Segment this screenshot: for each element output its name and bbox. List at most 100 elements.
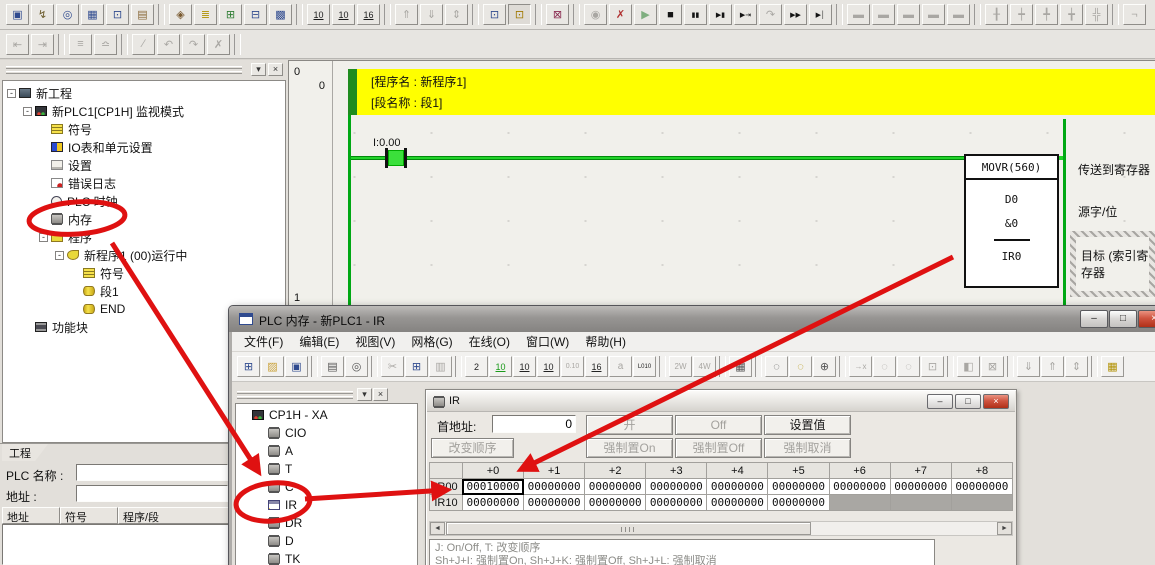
memory-column-header[interactable]: +6 bbox=[829, 463, 890, 479]
scrollbar-thumb[interactable] bbox=[446, 522, 811, 535]
binary-icon[interactable]: 2 bbox=[465, 356, 488, 377]
panel-close-button[interactable]: × bbox=[373, 388, 388, 401]
address-list-body[interactable] bbox=[2, 524, 240, 565]
step-run-icon[interactable]: ▶▮ bbox=[709, 4, 732, 25]
memory-cell[interactable]: 00010000 bbox=[462, 479, 523, 495]
column-address[interactable]: 地址 bbox=[2, 507, 60, 524]
memory-tree-c[interactable]: C bbox=[236, 478, 417, 496]
memory-cell[interactable] bbox=[890, 495, 951, 511]
menu-window[interactable]: 窗口(W) bbox=[518, 332, 577, 352]
bcd-icon[interactable]: 10 bbox=[489, 356, 512, 377]
monitor-decimal-icon[interactable]: 10 bbox=[307, 4, 330, 25]
continuous-step-icon[interactable]: ▶▶ bbox=[784, 4, 807, 25]
memory-column-header[interactable]: +5 bbox=[768, 463, 829, 479]
output-window-icon[interactable]: ⊟ bbox=[244, 4, 267, 25]
memory-row-header[interactable]: IR10 bbox=[430, 495, 463, 511]
tree-expander[interactable]: - bbox=[23, 107, 32, 116]
panel-shade-button[interactable]: ▾ bbox=[357, 388, 372, 401]
hex-icon[interactable]: 16 bbox=[585, 356, 608, 377]
tree-item-memory[interactable]: 内存 bbox=[3, 210, 285, 228]
memory-tree-a[interactable]: A bbox=[236, 442, 417, 460]
pause-icon[interactable]: ▮▮ bbox=[684, 4, 707, 25]
memory-cell[interactable]: 00000000 bbox=[829, 479, 890, 495]
compile-icon[interactable]: ↯ bbox=[31, 4, 54, 25]
run-icon[interactable]: ▶ bbox=[634, 4, 657, 25]
tree-expander[interactable]: - bbox=[55, 251, 64, 260]
io-comment-icon[interactable]: ▩ bbox=[269, 4, 292, 25]
restore-button[interactable]: □ bbox=[1109, 310, 1137, 328]
menu-online[interactable]: 在线(O) bbox=[461, 332, 518, 352]
instruction-operand-2[interactable]: &0 bbox=[966, 217, 1057, 230]
tree-item-section1[interactable]: 段1 bbox=[3, 282, 285, 300]
step-in-icon[interactable]: ▶⇥ bbox=[734, 4, 757, 25]
window-pair-icon[interactable]: ▦ bbox=[81, 4, 104, 25]
memory-cell[interactable] bbox=[951, 495, 1012, 511]
instruction-operand-1[interactable]: D0 bbox=[966, 193, 1057, 206]
find-icon[interactable]: ◌ bbox=[765, 356, 788, 377]
print-preview-icon[interactable]: ◎ bbox=[345, 356, 368, 377]
panel-grip[interactable] bbox=[6, 66, 242, 69]
transfer-icon[interactable]: ⊠ bbox=[546, 4, 569, 25]
column-symbol[interactable]: 符号 bbox=[60, 507, 118, 524]
memory-row-header[interactable]: IR00 bbox=[430, 479, 463, 495]
movr-instruction-box[interactable]: MOVR(560) D0 &0 IR0 bbox=[964, 154, 1059, 288]
tree-item-programs[interactable]: -程序 bbox=[3, 228, 285, 246]
monitor-hex-icon[interactable]: 16 bbox=[357, 4, 380, 25]
memory-cell[interactable] bbox=[829, 495, 890, 511]
panel-close-button[interactable]: × bbox=[268, 63, 283, 76]
stop-icon[interactable]: ■ bbox=[659, 4, 682, 25]
panel-grip[interactable] bbox=[237, 391, 353, 394]
memory-cell[interactable]: 00000000 bbox=[951, 479, 1012, 495]
online-edit-icon[interactable]: ⊡ bbox=[508, 4, 531, 25]
memory-column-header[interactable]: +2 bbox=[585, 463, 646, 479]
monitor-icon[interactable]: ▦ bbox=[1101, 356, 1124, 377]
memory-tree-d[interactable]: D bbox=[236, 532, 417, 550]
monitor-signed-decimal-icon[interactable]: 10 bbox=[332, 4, 355, 25]
memory-column-header[interactable]: +1 bbox=[524, 463, 585, 479]
memory-column-header[interactable]: +8 bbox=[951, 463, 1012, 479]
plc-memory-window[interactable]: PLC 内存 - 新PLC1 - IR – □ × 文件(F) 编辑(E) 视图… bbox=[228, 305, 1155, 565]
menu-help[interactable]: 帮助(H) bbox=[577, 332, 634, 352]
ir-minimize-button[interactable]: – bbox=[927, 394, 953, 409]
tree-item-settings[interactable]: 设置 bbox=[3, 156, 285, 174]
tree-item-program1[interactable]: -新程序1 (00)运行中 bbox=[3, 246, 285, 264]
tab-project[interactable]: 工程 bbox=[2, 444, 48, 461]
scroll-left-arrow[interactable]: ◄ bbox=[430, 522, 445, 535]
ir-close-button[interactable]: × bbox=[983, 394, 1009, 409]
panel-grip[interactable] bbox=[6, 71, 242, 74]
tree-item-symbols[interactable]: 符号 bbox=[3, 120, 285, 138]
memory-cell[interactable]: 00000000 bbox=[585, 495, 646, 511]
new-view-icon[interactable]: ▣ bbox=[6, 4, 29, 25]
symbol-table-icon[interactable]: ≣ bbox=[194, 4, 217, 25]
panel-grip[interactable] bbox=[237, 396, 353, 399]
copy-icon[interactable]: ⊞ bbox=[405, 356, 428, 377]
memory-column-header[interactable]: +0 bbox=[462, 463, 523, 479]
properties-icon[interactable]: ▤ bbox=[131, 4, 154, 25]
memory-window-titlebar[interactable]: PLC 内存 - 新PLC1 - IR – □ × bbox=[229, 306, 1155, 332]
run-to-end-icon[interactable]: ▶│ bbox=[809, 4, 832, 25]
monitor-view-icon[interactable]: ◎ bbox=[56, 4, 79, 25]
tree-expander[interactable]: - bbox=[7, 89, 16, 98]
plc-name-field[interactable] bbox=[76, 464, 228, 481]
horizontal-scrollbar[interactable]: ◄ ► bbox=[429, 521, 1013, 536]
memory-cell[interactable]: 00000000 bbox=[462, 495, 523, 511]
tree-item-new-project[interactable]: -新工程 bbox=[3, 84, 285, 102]
memory-tree-t[interactable]: T bbox=[236, 460, 417, 478]
memory-column-header[interactable]: +3 bbox=[646, 463, 707, 479]
grid-icon[interactable]: ▦ bbox=[729, 356, 752, 377]
memory-tree-root[interactable]: CP1H - XA bbox=[236, 406, 417, 424]
minimize-button[interactable]: – bbox=[1080, 310, 1108, 328]
cross-reference-icon[interactable]: ⊞ bbox=[219, 4, 242, 25]
menu-grid[interactable]: 网格(G) bbox=[403, 332, 460, 352]
memory-tree-cio[interactable]: CIO bbox=[236, 424, 417, 442]
memory-table[interactable]: +0+1+2+3+4+5+6+7+8IR00000100000000000000… bbox=[429, 462, 1013, 511]
work-online-icon[interactable]: ⊡ bbox=[483, 4, 506, 25]
address-field[interactable] bbox=[76, 485, 228, 502]
tree-view-icon[interactable]: ⊞ bbox=[237, 356, 260, 377]
memory-tree-tk[interactable]: TK bbox=[236, 550, 417, 565]
address-display-icon[interactable]: L010 bbox=[633, 356, 656, 377]
tree-item-plc-clock[interactable]: PLC 时钟 bbox=[3, 192, 285, 210]
memory-cell[interactable]: 00000000 bbox=[524, 479, 585, 495]
memory-column-header[interactable]: +4 bbox=[707, 463, 768, 479]
memory-cell[interactable]: 00000000 bbox=[524, 495, 585, 511]
